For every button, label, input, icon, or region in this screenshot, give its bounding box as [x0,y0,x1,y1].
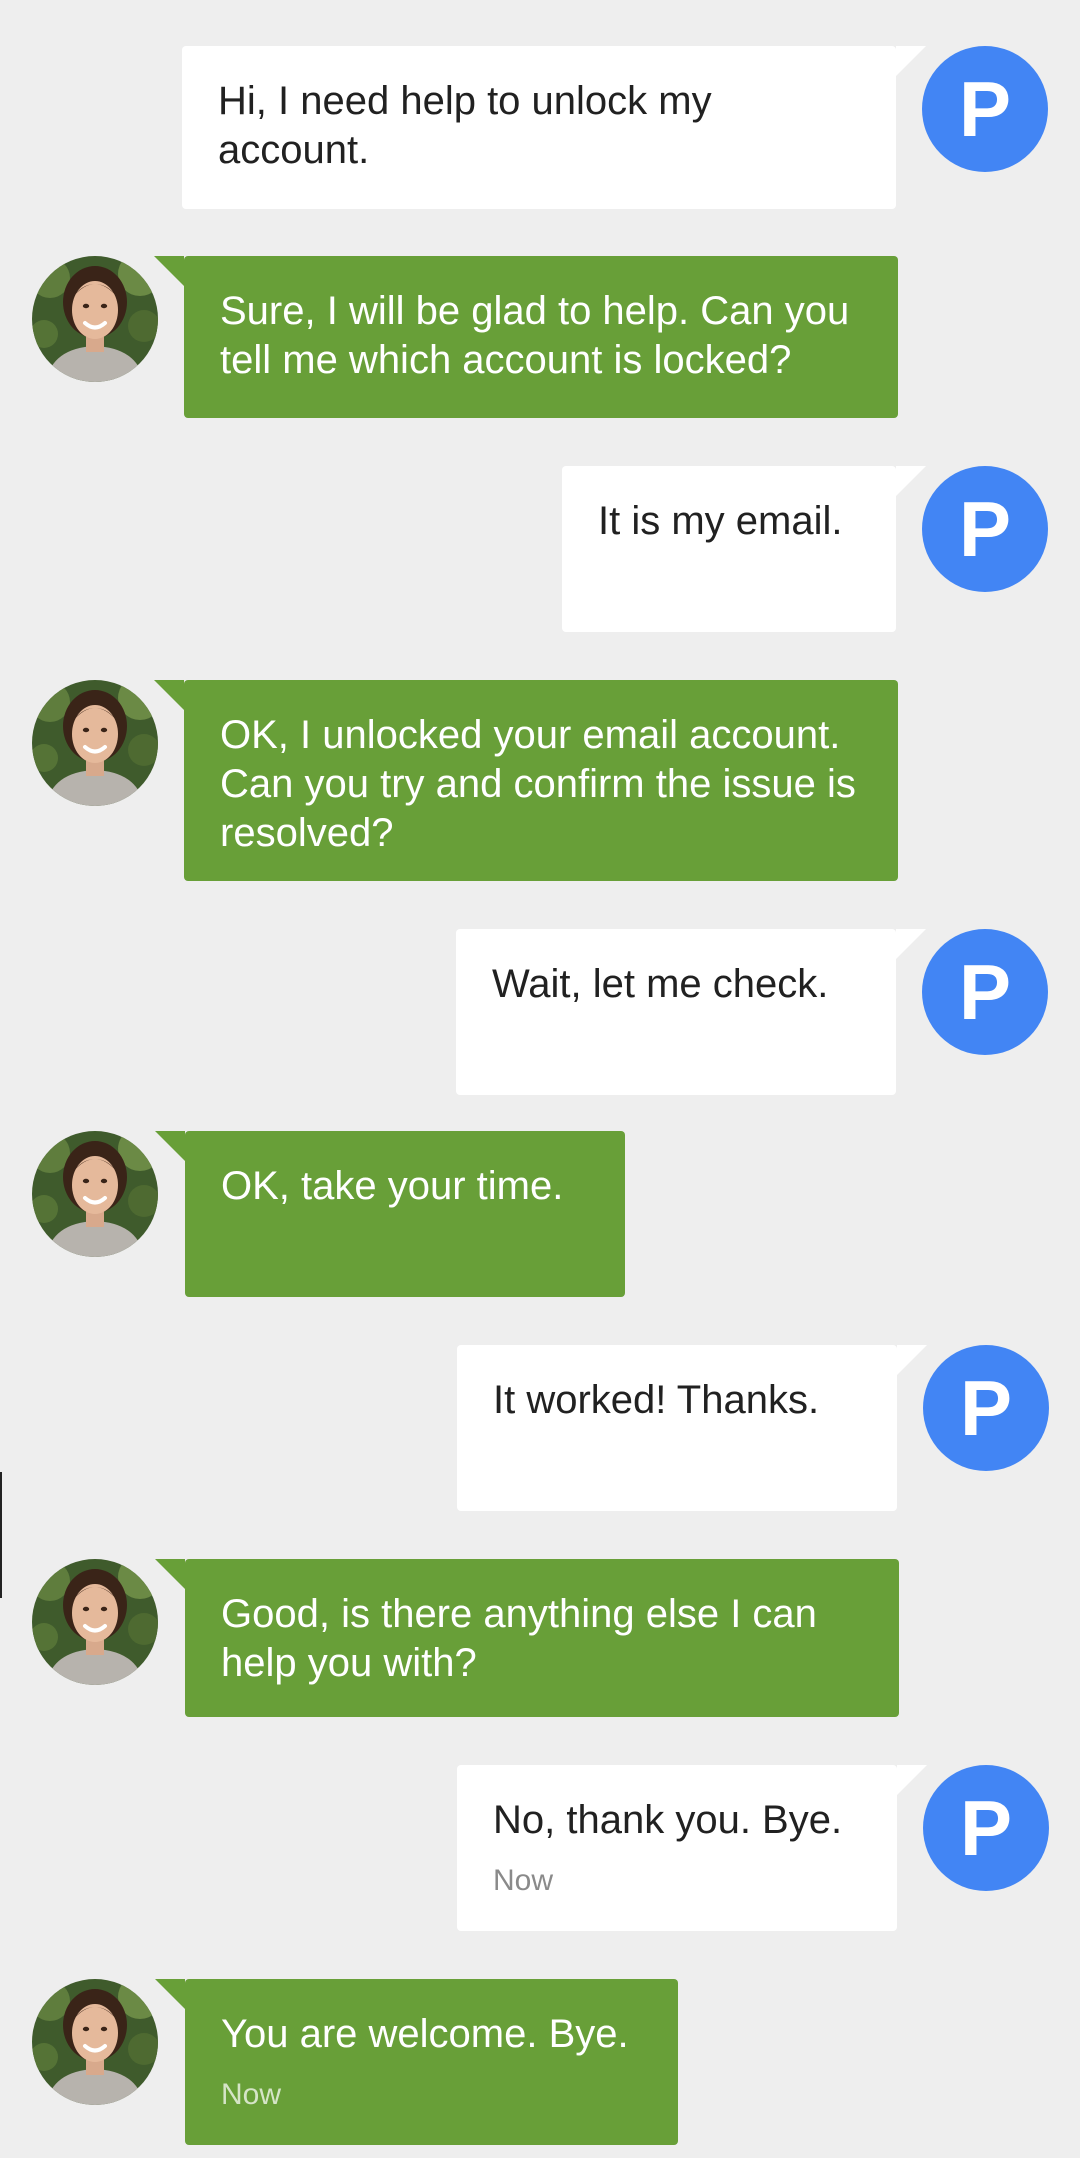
user-message-bubble: Wait, let me check. [456,929,896,1095]
message-timestamp: Now [221,2078,282,2111]
bubble-tail [154,256,184,286]
bubble-tail [896,466,926,496]
agent-photo-icon [32,1131,158,1257]
edge-divider [0,1472,2,1598]
user-message-bubble: Hi, I need help to unlock my account. [182,46,896,209]
message-text: OK, I unlocked your email account. Can y… [220,713,856,855]
message-text: OK, take your time. [221,1164,564,1208]
bubble-tail [897,1765,927,1795]
agent-avatar [32,1131,158,1257]
agent-avatar [32,1979,158,2105]
user-avatar: P [922,929,1048,1055]
message-timestamp: Now [493,1864,554,1897]
user-avatar: P [922,46,1048,172]
user-message-bubble: It worked! Thanks. [457,1345,897,1511]
agent-message-bubble: You are welcome. Bye. Now [185,1979,678,2145]
agent-photo-icon [32,680,158,806]
agent-message-bubble: Good, is there anything else I can help … [185,1559,899,1717]
agent-message-bubble: OK, take your time. [185,1131,625,1297]
user-avatar: P [923,1345,1049,1471]
user-message-bubble: It is my email. [562,466,896,632]
bubble-tail [154,680,184,710]
user-avatar: P [923,1765,1049,1891]
bubble-tail [155,1979,185,2009]
agent-photo-icon [32,256,158,382]
message-text: Wait, let me check. [492,962,829,1006]
message-text: Good, is there anything else I can help … [221,1592,817,1685]
message-text: Sure, I will be glad to help. Can you te… [220,289,850,382]
message-text: It worked! Thanks. [493,1378,820,1422]
message-text: It is my email. [598,499,843,543]
bubble-tail [155,1131,185,1161]
user-message-bubble: No, thank you. Bye. Now [457,1765,897,1931]
agent-photo-icon [32,1559,158,1685]
message-text: Hi, I need help to unlock my account. [218,79,712,172]
user-avatar: P [922,466,1048,592]
agent-message-bubble: OK, I unlocked your email account. Can y… [184,680,898,881]
agent-avatar [32,1559,158,1685]
bubble-tail [897,1345,927,1375]
bubble-tail [896,929,926,959]
bubble-tail [896,46,926,76]
bubble-tail [155,1559,185,1589]
agent-photo-icon [32,1979,158,2105]
message-text: No, thank you. Bye. [493,1798,843,1842]
agent-avatar [32,256,158,382]
message-text: You are welcome. Bye. [221,2012,629,2056]
agent-avatar [32,680,158,806]
agent-message-bubble: Sure, I will be glad to help. Can you te… [184,256,898,418]
